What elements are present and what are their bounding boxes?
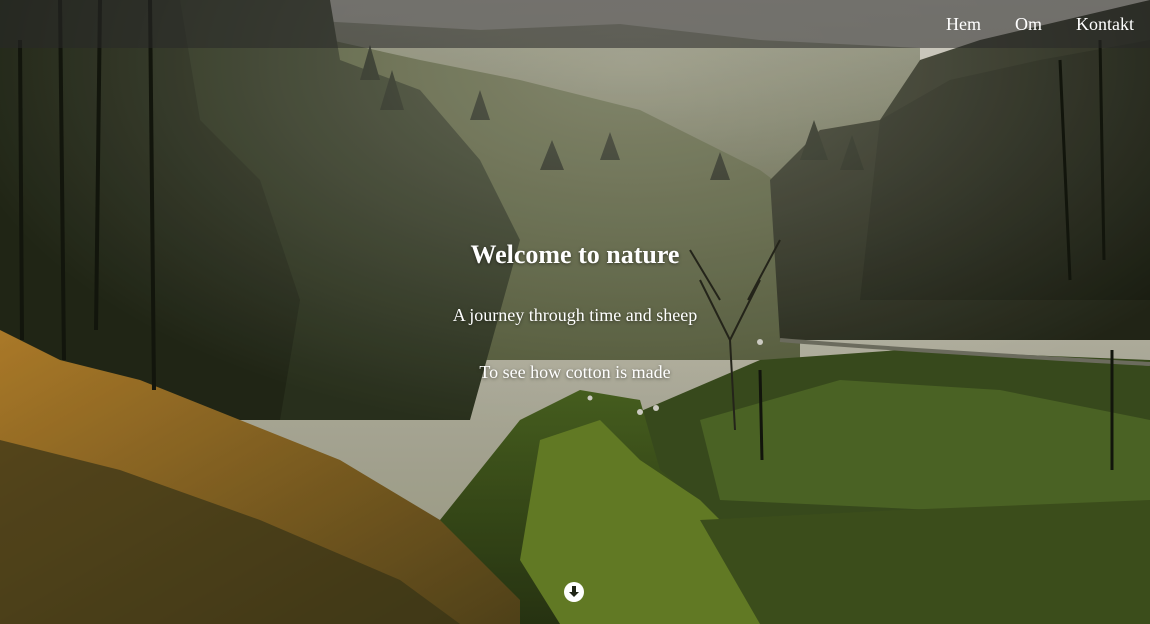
scroll-down-button[interactable] <box>564 582 584 602</box>
nav-link-hem[interactable]: Hem <box>946 14 981 35</box>
nav-link-kontakt[interactable]: Kontakt <box>1076 14 1134 35</box>
nav-link-om[interactable]: Om <box>1015 14 1042 35</box>
hero-subtitle: A journey through time and sheep <box>452 305 698 325</box>
hero-subtitle-secondary: To see how cotton is made <box>479 362 671 382</box>
hero-section: Hem Om Kontakt Welcome to nature A journ… <box>0 0 1150 624</box>
top-navbar: Hem Om Kontakt <box>0 0 1150 48</box>
hero-title: Welcome to nature <box>470 240 680 269</box>
arrow-down-circle-icon <box>569 586 579 597</box>
